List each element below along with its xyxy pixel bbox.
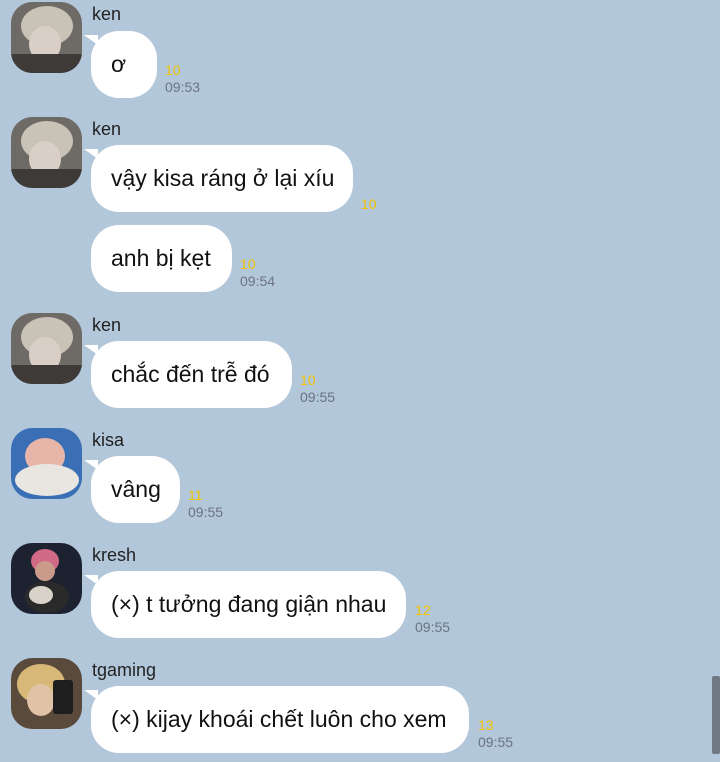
profile-photo-icon [11,658,82,729]
sender-name: kresh [92,545,137,565]
sender-name: ken [92,119,122,139]
avatar-kresh[interactable] [11,543,82,614]
unread-count: 11 [188,487,203,503]
timestamp: 09:55 [415,619,451,635]
timestamp: 09:55 [188,504,224,520]
unread-count: 10 [165,62,181,78]
unread-count: 13 [478,717,494,733]
message-bubble[interactable]: anh bị kẹt [91,225,232,292]
message-bubble[interactable]: (×) kijay khoái chết luôn cho xem [84,686,469,753]
message-meta: 10 09:55 [300,372,335,406]
message-meta: 10 09:53 [165,62,200,96]
avatar-kisa[interactable] [11,428,82,499]
timestamp: 09:55 [300,389,336,405]
timestamp: 09:55 [478,734,514,750]
message-meta: 10 [361,196,377,212]
profile-photo-icon [11,428,82,499]
avatar-ken[interactable] [11,117,82,188]
profile-photo-icon [11,117,82,188]
message-meta: 10 09:54 [240,256,275,290]
scrollbar-thumb[interactable] [712,676,720,754]
unread-count: 12 [415,602,431,618]
profile-photo-icon [11,543,82,614]
unread-count: 10 [240,256,256,272]
avatar-tgaming[interactable] [11,658,82,729]
message-bubble[interactable]: (×) t tưởng đang giận nhau [84,571,406,638]
timestamp: 09:54 [240,273,276,289]
sender-name: ken [92,315,122,335]
unread-count: 10 [361,196,377,212]
sender-name: ken [92,4,122,24]
avatar-ken[interactable] [11,313,82,384]
profile-photo-icon [11,313,82,384]
message-meta: 13 09:55 [478,717,513,751]
chat-view[interactable]: ken ơ 10 09:53 ken vậy kisa ráng ở lại x… [0,0,720,762]
sender-name: tgaming [92,660,157,680]
sender-name: kisa [92,430,125,450]
message-bubble[interactable]: chắc đến trễ đó [84,341,292,408]
timestamp: 09:53 [165,79,201,95]
message-meta: 11 09:55 [188,487,223,521]
unread-count: 10 [300,372,316,388]
message-meta: 12 09:55 [415,602,450,636]
message-bubble[interactable]: vậy kisa ráng ở lại xíu [84,145,353,212]
avatar-ken[interactable] [11,2,82,73]
message-bubble[interactable]: vâng [84,456,180,523]
profile-photo-icon [11,2,82,73]
message-bubble[interactable]: ơ [84,31,157,98]
